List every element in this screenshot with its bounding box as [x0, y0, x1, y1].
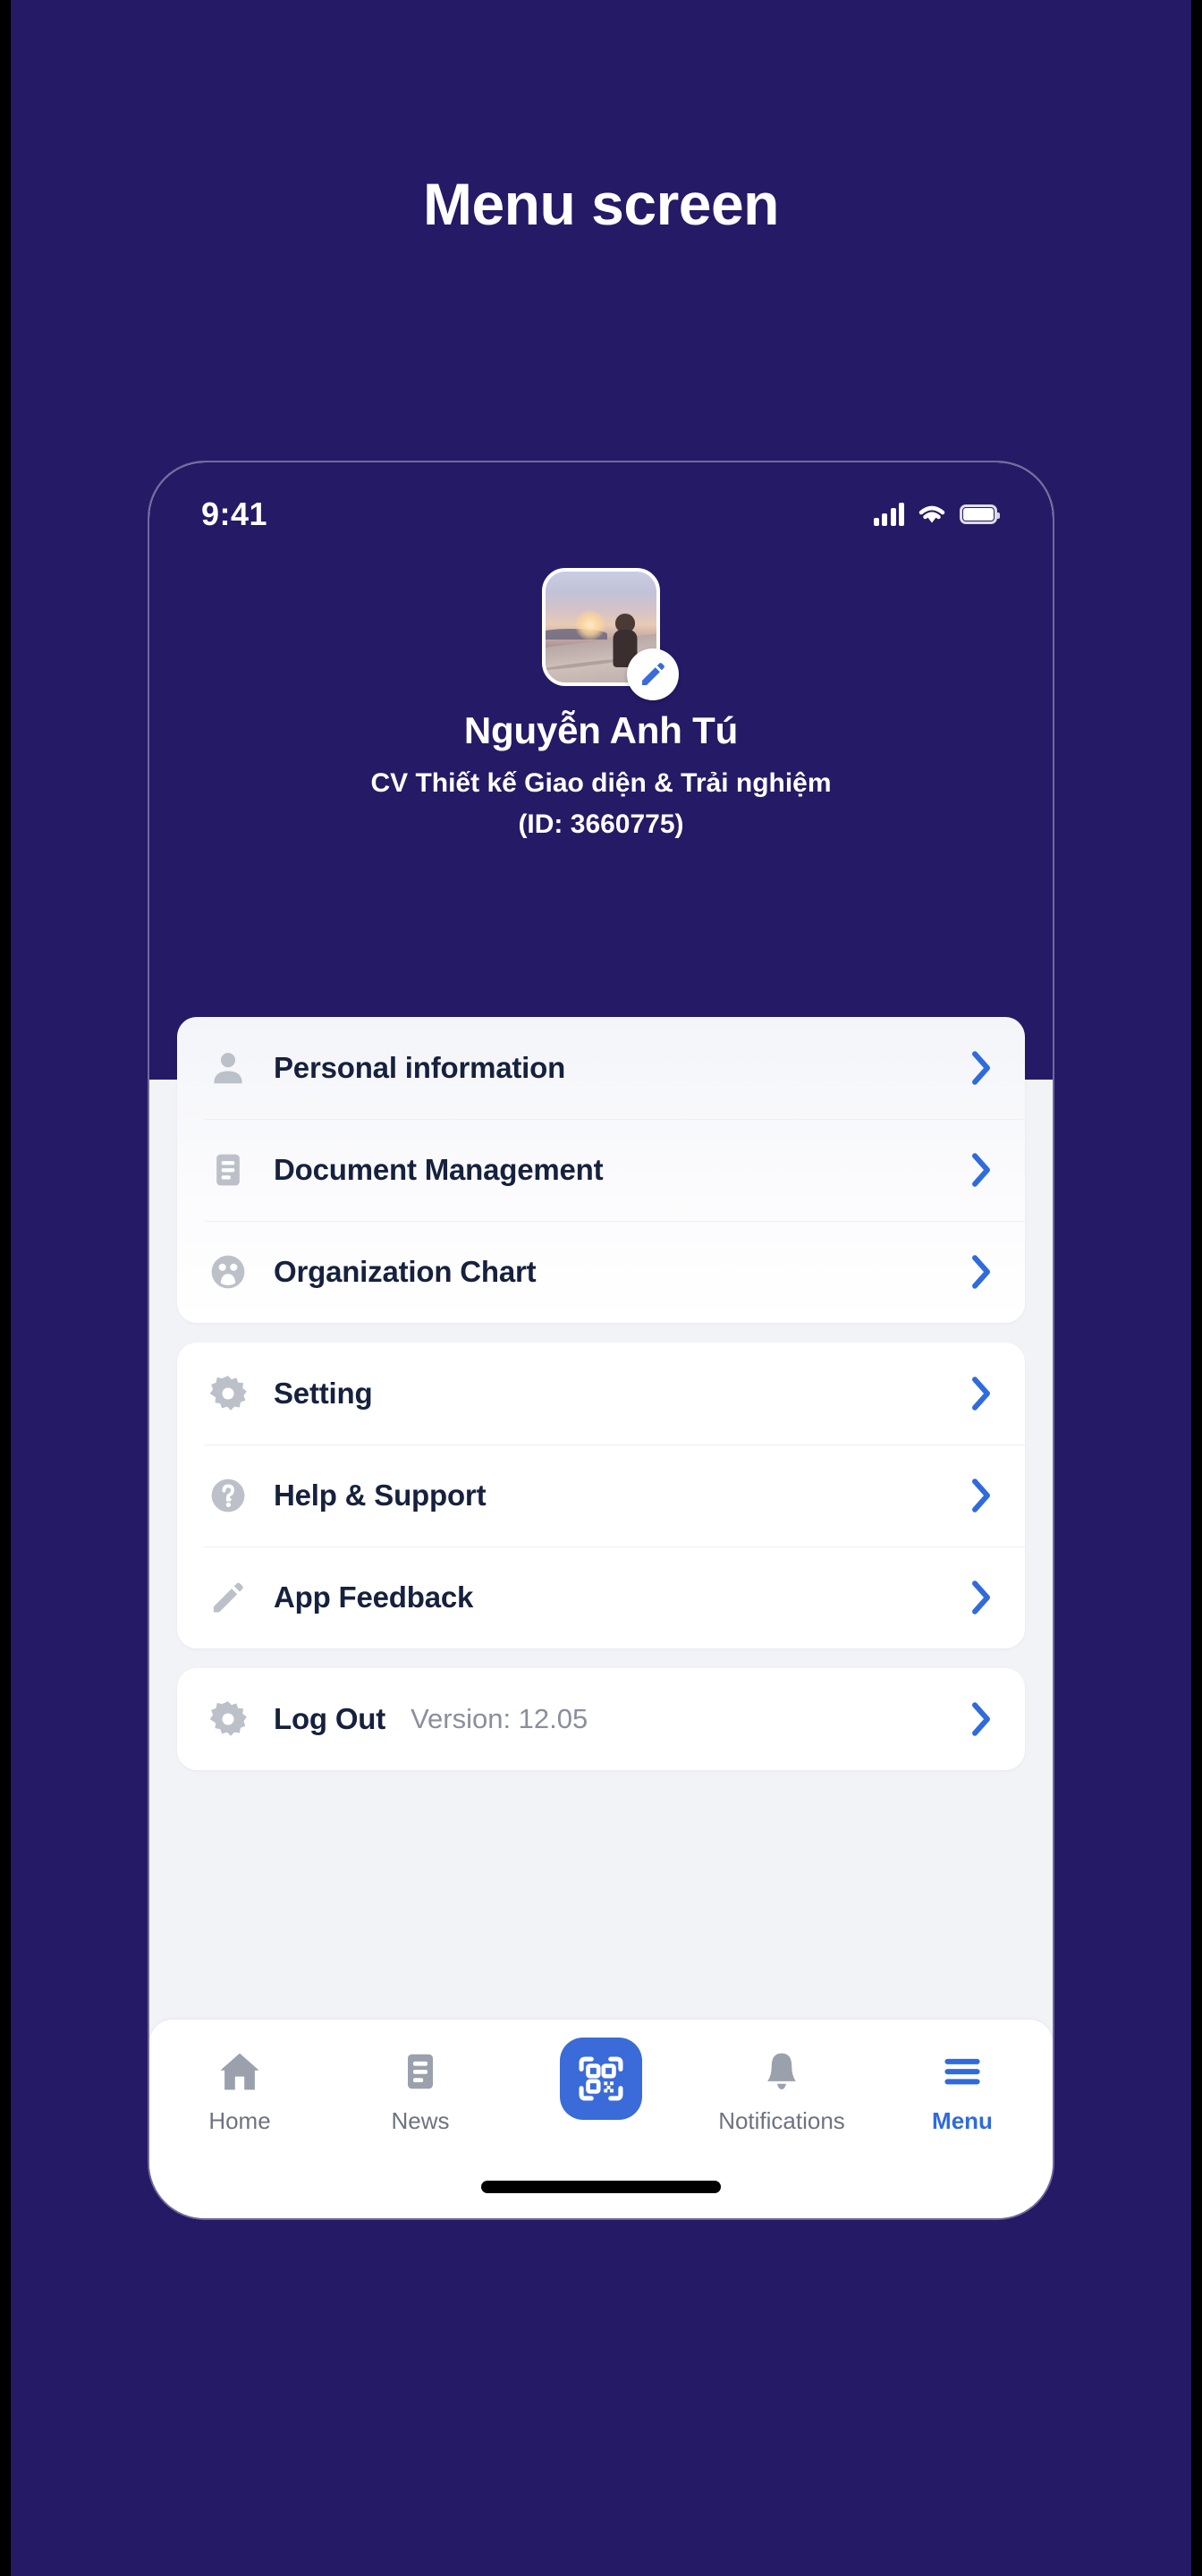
- menu-item-document-management[interactable]: Document Management: [177, 1119, 1025, 1221]
- edit-avatar-button[interactable]: [627, 648, 679, 700]
- help-circle-icon: [204, 1471, 252, 1520]
- organization-icon: [204, 1248, 252, 1296]
- pencil-icon: [204, 1573, 252, 1622]
- avatar-wrap: [542, 568, 679, 700]
- person-icon: [204, 1044, 252, 1092]
- pencil-icon: [642, 663, 664, 685]
- chevron-right-icon: [968, 1049, 995, 1087]
- gear-icon: [204, 1695, 252, 1743]
- tab-qr-scan[interactable]: [511, 2038, 691, 2131]
- menu-group-2: Setting Help & Support App Feedback: [177, 1343, 1025, 1648]
- chevron-right-icon: [968, 1477, 995, 1514]
- status-bar: 9:41: [149, 487, 1053, 541]
- menu-item-log-out[interactable]: Log Out Version: 12.05: [177, 1668, 1025, 1770]
- chevron-right-icon: [968, 1700, 995, 1738]
- tab-label: News: [391, 2107, 450, 2134]
- app-screen: 9:41 Nguyễn Anh Tú CV Thiết kế Giao diện…: [149, 462, 1053, 2218]
- menu-list: Personal information Document Management: [149, 1017, 1053, 1790]
- tab-notifications[interactable]: Notifications: [691, 2046, 872, 2135]
- tab-news[interactable]: News: [330, 2046, 511, 2135]
- chevron-right-icon: [968, 1375, 995, 1412]
- menu-item-app-feedback[interactable]: App Feedback: [177, 1546, 1025, 1648]
- menu-item-label: Personal information: [274, 1051, 566, 1084]
- document-icon: [204, 1146, 252, 1194]
- menu-item-organization-chart[interactable]: Organization Chart: [177, 1221, 1025, 1323]
- home-indicator: [481, 2181, 721, 2193]
- menu-item-label: Log Out: [274, 1702, 386, 1735]
- profile-id: (ID: 3660775): [518, 809, 684, 839]
- gear-icon: [204, 1369, 252, 1418]
- menu-item-help-support[interactable]: Help & Support: [177, 1445, 1025, 1546]
- news-icon: [399, 2046, 442, 2097]
- chevron-right-icon: [968, 1253, 995, 1291]
- status-time: 9:41: [201, 496, 268, 532]
- profile-role: CV Thiết kế Giao diện & Trải nghiệm: [370, 768, 832, 798]
- menu-item-label: App Feedback: [274, 1580, 474, 1614]
- bell-icon: [759, 2046, 804, 2097]
- status-icons: [873, 503, 1000, 526]
- menu-group-1: Personal information Document Management: [177, 1017, 1025, 1323]
- app-version-text: Version: 12.05: [411, 1703, 588, 1734]
- battery-icon: [960, 504, 1000, 524]
- menu-group-3: Log Out Version: 12.05: [177, 1668, 1025, 1770]
- chevron-right-icon: [968, 1579, 995, 1616]
- qr-scan-icon: [579, 2056, 623, 2101]
- qr-scan-button[interactable]: [560, 2038, 642, 2120]
- profile-name: Nguyễn Anh Tú: [463, 709, 739, 751]
- menu-item-label: Document Management: [274, 1153, 604, 1186]
- tab-label: Notifications: [718, 2107, 845, 2134]
- hamburger-menu-icon: [940, 2046, 985, 2097]
- menu-item-personal-information[interactable]: Personal information: [177, 1017, 1025, 1119]
- chevron-right-icon: [968, 1151, 995, 1189]
- menu-item-label: Organization Chart: [274, 1255, 537, 1288]
- poster-canvas: Menu screen 9:41 Nguyễn Anh Tú CV Thiết …: [11, 0, 1191, 2576]
- tab-menu[interactable]: Menu: [872, 2046, 1053, 2135]
- tab-label: Menu: [932, 2107, 993, 2134]
- signal-bars-icon: [873, 503, 904, 526]
- wifi-icon: [918, 505, 945, 523]
- profile-section: Nguyễn Anh Tú CV Thiết kế Giao diện & Tr…: [149, 568, 1053, 840]
- tab-label: Home: [208, 2107, 271, 2134]
- menu-item-label: Setting: [274, 1377, 373, 1410]
- menu-item-setting[interactable]: Setting: [177, 1343, 1025, 1445]
- page-title: Menu screen: [423, 171, 779, 237]
- phone-frame: 9:41 Nguyễn Anh Tú CV Thiết kế Giao diện…: [149, 462, 1053, 2218]
- home-icon: [216, 2046, 263, 2097]
- menu-item-label: Help & Support: [274, 1479, 487, 1512]
- tab-home[interactable]: Home: [149, 2046, 330, 2135]
